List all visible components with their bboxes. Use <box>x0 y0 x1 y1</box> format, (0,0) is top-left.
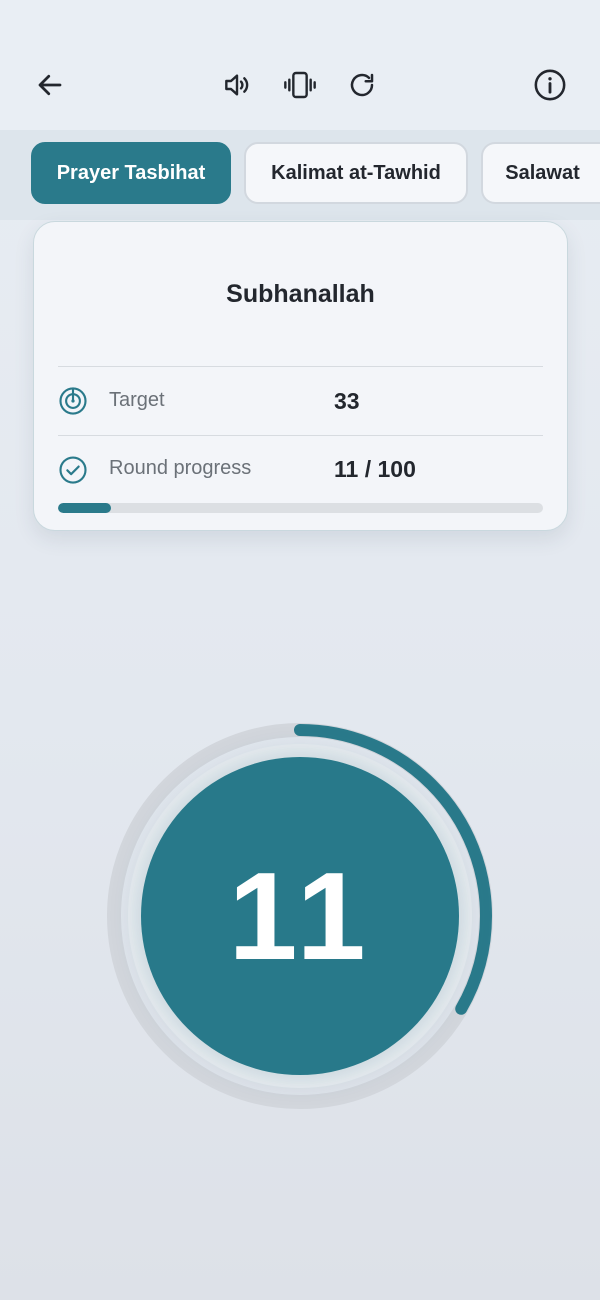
back-button[interactable] <box>26 61 74 109</box>
tab-label: Salawat <box>505 161 580 184</box>
round-progress-label: Round progress <box>109 457 252 479</box>
dhikr-info-card: Subhanallah Target 33 Round progress 11 … <box>33 221 568 531</box>
tab-label: Kalimat at-Tawhid <box>271 161 441 184</box>
info-button[interactable] <box>526 61 574 109</box>
info-icon <box>534 69 566 101</box>
refresh-icon <box>350 73 374 97</box>
round-progress-bar <box>58 503 543 513</box>
vibration-toggle-button[interactable] <box>276 61 324 109</box>
round-progress-value: 11 / 100 <box>334 456 416 482</box>
divider <box>58 366 543 367</box>
tap-counter-button[interactable]: 11 <box>141 757 459 1075</box>
tab-label: Prayer Tasbihat <box>56 161 206 184</box>
check-circle-icon <box>59 456 87 484</box>
tab-salawat[interactable]: Salawat <box>481 142 600 204</box>
counter-value: 11 <box>228 848 372 986</box>
vibrate-icon <box>284 71 316 99</box>
counter-area: 11 <box>100 716 500 1116</box>
tab-prayer-tasbihat[interactable]: Prayer Tasbihat <box>31 142 231 204</box>
target-icon <box>59 387 87 415</box>
reset-button[interactable] <box>338 61 386 109</box>
speaker-icon <box>225 74 249 96</box>
arrow-left-icon <box>38 74 62 96</box>
target-value: 33 <box>334 388 360 414</box>
divider <box>58 435 543 436</box>
round-progress-fill <box>58 503 112 513</box>
dhikr-title: Subhanallah <box>226 280 375 308</box>
tab-kalimat-at-tawhid[interactable]: Kalimat at-Tawhid <box>244 142 468 204</box>
target-label: Target <box>109 389 165 411</box>
sound-toggle-button[interactable] <box>213 61 261 109</box>
